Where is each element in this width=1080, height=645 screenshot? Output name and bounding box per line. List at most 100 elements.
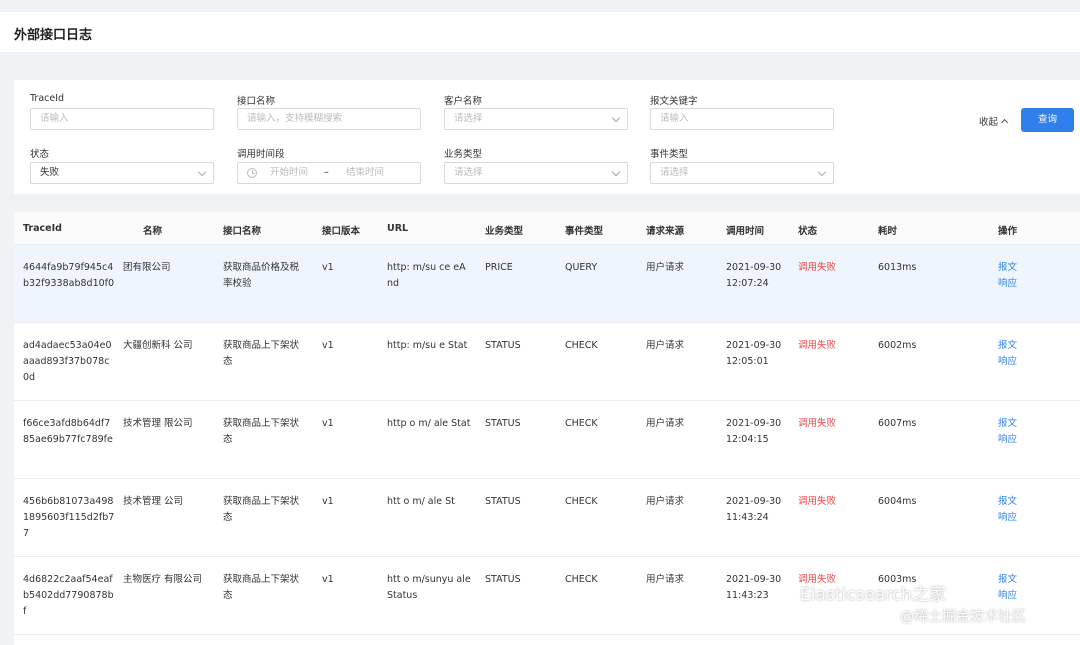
time-range-end[interactable]: 结束时间 — [346, 163, 384, 183]
time-range-label: 调用时间段 — [237, 149, 285, 160]
customer-label: 客户名称 — [444, 96, 483, 107]
chevron-down-icon — [611, 167, 621, 177]
cell-source: 用户请求 — [646, 340, 685, 351]
view-message-link[interactable]: 报文 — [998, 260, 1038, 276]
view-message-link[interactable]: 报文 — [998, 572, 1038, 588]
cell-api: 获取商品上下架状态 — [223, 418, 300, 445]
cell-biz: STATUS — [485, 496, 521, 507]
cell-version: v1 — [322, 418, 334, 429]
cell-status: 调用失败 — [798, 418, 837, 429]
cell-customer: 技术管理 限公司 — [123, 418, 193, 429]
biz-type-placeholder: 请选择 — [454, 167, 483, 178]
view-response-link[interactable]: 响应 — [998, 276, 1038, 292]
filter-panel: TraceId 请输入 接口名称 请输入，支持模糊搜索 客户名称 请选择 报文关… — [14, 80, 1080, 194]
collapse-toggle[interactable]: 收起 — [979, 114, 1009, 128]
watermark-line1: Elasticsearch之家 — [800, 585, 946, 605]
table-row[interactable]: 456b6b81073a4981895603f115d2fb77 技术管理 公司 获… — [14, 479, 1080, 557]
keyword-label: 报文关键字 — [650, 96, 698, 107]
cell-version: v1 — [322, 340, 334, 351]
col-traceid: TraceId — [23, 223, 62, 234]
cell-api: 获取商品价格及税率校验 — [223, 262, 300, 289]
cell-api: 获取商品上下架状态 — [223, 574, 300, 601]
cell-source: 用户请求 — [646, 262, 685, 273]
page-header: 外部接口日志 — [0, 12, 1080, 52]
cell-api: 获取商品上下架状态 — [223, 496, 300, 523]
col-source: 请求来源 — [646, 226, 685, 237]
keyword-input[interactable]: 请输入 — [650, 108, 834, 130]
event-type-select[interactable]: 请选择 — [650, 162, 834, 184]
cell-time: 2021-09-30 11:43:23 — [726, 574, 782, 601]
table-row[interactable]: ad4adaec53a04e0aaad893f37b078c0d 大疆创新科 公司… — [14, 323, 1080, 401]
status-select-value: 失败 — [40, 167, 60, 178]
customer-select[interactable]: 请选择 — [444, 108, 628, 130]
page-title: 外部接口日志 — [14, 28, 93, 43]
customer-select-placeholder: 请选择 — [454, 113, 483, 124]
view-message-link[interactable]: 报文 — [998, 416, 1038, 432]
cell-event: QUERY — [565, 262, 598, 273]
cell-biz: PRICE — [485, 262, 513, 273]
cell-url: htt o m/sunyu ale Status — [387, 574, 471, 601]
time-range-start[interactable]: 开始时间 — [270, 163, 308, 183]
cell-traceid: ad4adaec53a04e0aaad893f37b078c0d — [23, 340, 112, 383]
cell-action: 报文 响应 — [998, 338, 1038, 370]
time-range-picker[interactable]: 开始时间 – 结束时间 — [237, 162, 421, 184]
cell-customer: 技术管理 公司 — [123, 496, 184, 507]
api-name-input[interactable]: 请输入，支持模糊搜索 — [237, 108, 421, 130]
cell-status: 调用失败 — [798, 262, 837, 273]
col-action: 操作 — [998, 226, 1018, 237]
collapse-label: 收起 — [979, 117, 999, 128]
cell-biz: STATUS — [485, 418, 521, 429]
chevron-down-icon — [197, 167, 207, 177]
event-type-placeholder: 请选择 — [660, 167, 689, 178]
chevron-down-icon — [611, 113, 621, 123]
biz-type-label: 业务类型 — [444, 149, 483, 160]
col-customer: 名称 — [143, 226, 163, 237]
chevron-up-icon — [1000, 118, 1009, 127]
cell-cost: 6007ms — [878, 418, 917, 429]
cell-status: 调用失败 — [798, 496, 837, 507]
cell-url: http o m/ ale Stat — [387, 418, 471, 429]
cell-cost: 6002ms — [878, 340, 917, 351]
cell-version: v1 — [322, 574, 334, 585]
view-message-link[interactable]: 报文 — [998, 494, 1038, 510]
view-response-link[interactable]: 响应 — [998, 588, 1038, 604]
cell-url: http: m/su e Stat — [387, 340, 468, 351]
cell-version: v1 — [322, 496, 334, 507]
view-response-link[interactable]: 响应 — [998, 510, 1038, 526]
cell-time: 2021-09-30 12:05:01 — [726, 340, 782, 367]
view-message-link[interactable]: 报文 — [998, 338, 1038, 354]
cell-cost: 6013ms — [878, 262, 917, 273]
cell-url: http: m/su ce eAnd — [387, 262, 466, 289]
traceid-input[interactable]: 请输入 — [30, 108, 214, 130]
cell-version: v1 — [322, 262, 334, 273]
cell-event: CHECK — [565, 418, 598, 429]
table-row[interactable]: 4644fa9b79f945c4b32f9338ab8d10f0 团有限公司 获取商… — [14, 245, 1080, 323]
cell-action: 报文 响应 — [998, 494, 1038, 526]
col-biz-type: 业务类型 — [485, 226, 524, 237]
col-time: 调用时间 — [726, 226, 765, 237]
cell-event: CHECK — [565, 574, 598, 585]
status-select[interactable]: 失败 — [30, 162, 214, 184]
cell-time: 2021-09-30 11:43:24 — [726, 496, 782, 523]
status-label: 状态 — [30, 149, 50, 160]
col-url: URL — [387, 223, 409, 234]
watermark-line2: @稀土掘金技术社区 — [900, 609, 1026, 625]
clock-icon — [247, 168, 257, 178]
cell-source: 用户请求 — [646, 496, 685, 507]
chevron-down-icon — [817, 167, 827, 177]
col-status: 状态 — [798, 226, 818, 237]
cell-api: 获取商品上下架状态 — [223, 340, 300, 367]
biz-type-select[interactable]: 请选择 — [444, 162, 628, 184]
cell-source: 用户请求 — [646, 418, 685, 429]
time-range-separator: – — [324, 167, 329, 178]
cell-customer: 大疆创新科 公司 — [123, 340, 193, 351]
cell-event: CHECK — [565, 340, 598, 351]
table-header: TraceId 名称 接口名称 接口版本 URL 业务类型 事件类型 请求来源 … — [14, 212, 1080, 245]
view-response-link[interactable]: 响应 — [998, 432, 1038, 448]
table-row[interactable]: f66ce3afd8b64df785ae69b77fc789fe 技术管理 限公司… — [14, 401, 1080, 479]
cell-traceid: 456b6b81073a4981895603f115d2fb77 — [23, 496, 115, 539]
query-button[interactable]: 查询 — [1021, 108, 1074, 132]
view-response-link[interactable]: 响应 — [998, 354, 1038, 370]
cell-biz: STATUS — [485, 574, 521, 585]
cell-time: 2021-09-30 12:07:24 — [726, 262, 782, 289]
